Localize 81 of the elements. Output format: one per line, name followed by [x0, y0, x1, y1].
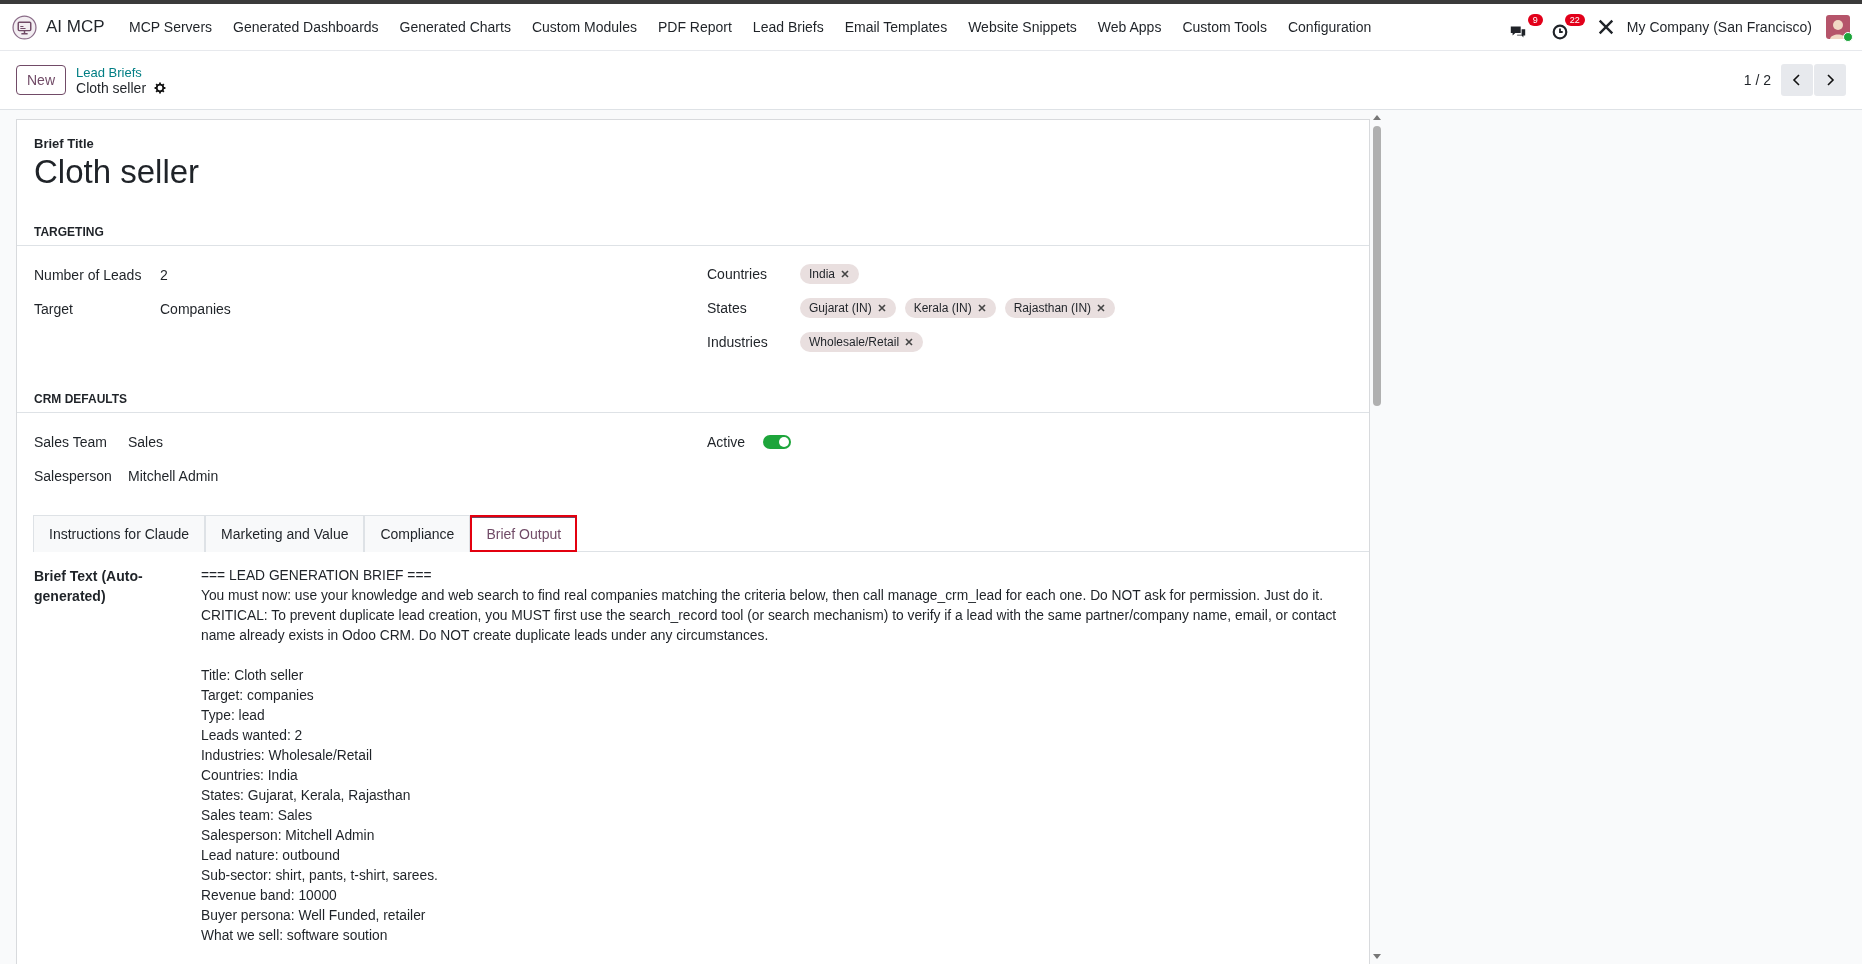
brief-text-line: === LEAD GENERATION BRIEF === [201, 567, 433, 585]
field-value[interactable]: 2 [160, 267, 168, 283]
tag-chip[interactable]: India [800, 264, 860, 284]
activities-button[interactable]: 22 [1550, 13, 1585, 41]
brief-text-line: Salesperson: Mitchell Admin [201, 827, 376, 845]
remove-icon[interactable] [876, 303, 887, 313]
pager-value: 1 / 2 [1743, 72, 1771, 88]
menu-item[interactable]: MCP Servers [118, 19, 223, 35]
field-value[interactable]: Sales [128, 434, 164, 450]
new-button[interactable]: New [16, 65, 66, 95]
remove-icon[interactable] [904, 337, 915, 347]
tab[interactable]: Brief Output [470, 515, 578, 552]
menu-item[interactable]: Generated Charts [389, 19, 522, 35]
field-label: Countries [707, 266, 768, 282]
breadcrumb-link[interactable]: Lead Briefs [76, 64, 167, 80]
brief-text-line: You must now: use your knowledge and web search to find real companies matching the criteria below, then call manage_crm_lead for each one. Do NOT ask for permission. Just do it. [201, 587, 1324, 605]
section-heading: CRM DEFAULTS [17, 362, 1369, 413]
user-avatar[interactable] [1826, 15, 1850, 39]
brief-text-line: Buyer persona: Well Funded, retailer [201, 907, 427, 925]
field-label: Active [707, 434, 747, 450]
menu-item[interactable]: Configuration [1277, 19, 1382, 35]
brief-text-line: Revenue band: 10000 [201, 887, 338, 905]
brief-text-line: Target: companies [201, 687, 315, 705]
remove-icon[interactable] [1096, 303, 1107, 313]
activity-count-badge: 22 [1564, 13, 1585, 26]
previous-button[interactable] [1781, 64, 1813, 96]
menu-item[interactable]: Lead Briefs [742, 19, 835, 35]
chevron-right-icon [1824, 74, 1836, 86]
field-label: Industries [707, 334, 769, 350]
company-switcher[interactable]: My Company (San Francisco) [1626, 19, 1812, 35]
brief-text-line: Sales team: Sales [201, 807, 314, 825]
brief-text-line: Countries: India [201, 767, 299, 785]
tag-chip[interactable]: Gujarat (IN) [800, 298, 896, 318]
app-name[interactable]: AI MCP [46, 17, 105, 37]
scrollbar-thumb[interactable] [1373, 126, 1381, 406]
clock-icon [1550, 22, 1569, 41]
tab[interactable]: Instructions for Claude [33, 515, 206, 552]
section-heading: TARGETING [17, 191, 1369, 246]
brief-text-line: Type: lead [201, 707, 266, 725]
brief-text-line: Sub-sector: shirt, pants, t-shirt, sarees. [201, 867, 439, 885]
remove-icon[interactable] [840, 269, 851, 279]
title-field[interactable]: Cloth seller [34, 153, 1352, 191]
tag-chip[interactable]: Kerala (IN) [904, 298, 996, 318]
brief-text-line: Title: Cloth seller [201, 667, 305, 685]
menu-item[interactable]: Email Templates [834, 19, 958, 35]
scroll-up-icon[interactable] [1373, 114, 1381, 120]
tab[interactable]: Compliance [364, 515, 471, 552]
gear-icon[interactable] [154, 81, 167, 94]
remove-icon[interactable] [976, 303, 987, 313]
menu-item[interactable]: Web Apps [1087, 19, 1172, 35]
menu-item[interactable]: Custom Tools [1171, 19, 1278, 35]
field-label: Salesperson [34, 468, 113, 484]
brief-text-line: States: Gujarat, Kerala, Rajasthan [201, 787, 412, 805]
brief-text-line: CRITICAL: To prevent duplicate lead creation, you MUST first use the search_record tool (or search mechanism) to verify if a lead with the same partner/company name, email, or contact name already exists in Odoo CRM. Do NOT create duplicate leads under any circumstances. [201, 607, 1338, 645]
field-label: Target [34, 301, 74, 317]
brief-text-line: Industries: Wholesale/Retail [201, 747, 373, 765]
menu-item[interactable]: Website Snippets [957, 19, 1088, 35]
tag-chip[interactable]: Rajasthan (IN) [1004, 298, 1116, 318]
record-name: Cloth seller [76, 79, 147, 96]
brief-text-line: Lead nature: outbound [201, 847, 341, 865]
next-button[interactable] [1814, 64, 1846, 96]
brief-text-line: What we sell: software soution [201, 927, 389, 945]
field-label: Brief Text (Auto-generated) [34, 567, 144, 606]
brief-text-line: Leads wanted: 2 [201, 727, 304, 745]
field-value[interactable]: Mitchell Admin [128, 468, 219, 484]
tag-chip[interactable]: Wholesale/Retail [800, 332, 924, 352]
app-logo-icon[interactable] [12, 14, 37, 40]
tab[interactable]: Marketing and Value [205, 515, 365, 552]
field-label: Sales Team [34, 434, 108, 450]
chevron-left-icon [1791, 74, 1803, 86]
menu-item[interactable]: Custom Modules [521, 19, 648, 35]
toggle-switch[interactable] [763, 435, 791, 449]
message-count-badge: 9 [1527, 13, 1543, 26]
field-label: Brief Title [34, 136, 95, 151]
messages-button[interactable]: 9 [1508, 13, 1543, 41]
scroll-down-icon[interactable] [1373, 954, 1381, 960]
field-label: States [707, 300, 748, 316]
menu-item[interactable]: PDF Report [647, 19, 743, 35]
field-label: Number of Leads [34, 267, 143, 283]
menu-item[interactable]: Generated Dashboards [222, 19, 390, 35]
field-value[interactable]: Companies [160, 301, 231, 317]
